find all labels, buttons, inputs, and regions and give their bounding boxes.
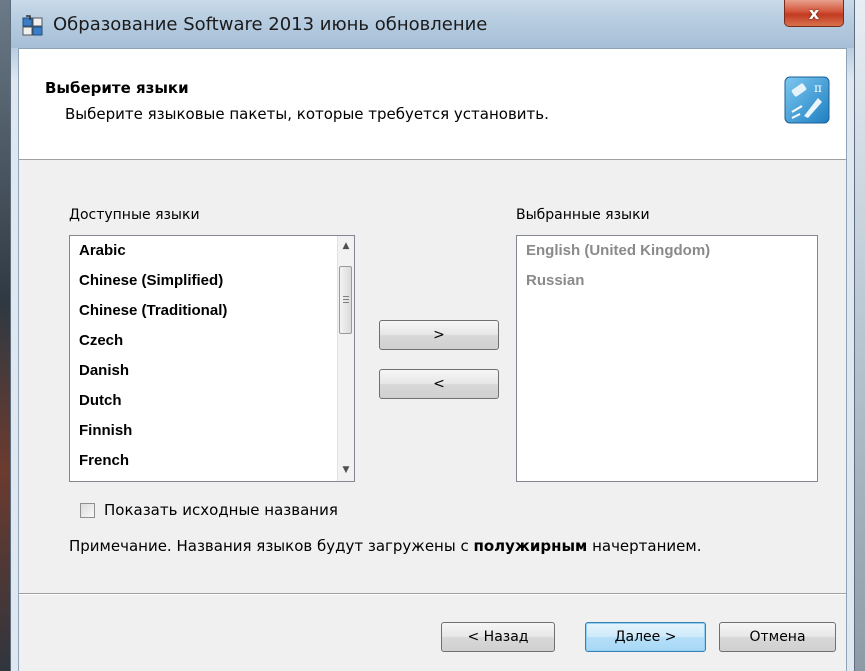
available-languages-label: Доступные языки xyxy=(69,207,200,223)
remove-language-button[interactable]: < xyxy=(379,369,499,399)
window-title: Образование Software 2013 июнь обновлени… xyxy=(53,14,488,35)
scroll-thumb[interactable] xyxy=(339,266,352,334)
scroll-up-arrow-icon[interactable]: ▲ xyxy=(338,238,354,255)
selected-languages-list[interactable]: English (United Kingdom) Russian xyxy=(516,235,818,482)
installer-app-icon xyxy=(22,15,43,36)
selected-languages-label: Выбранные языки xyxy=(516,207,650,223)
close-icon: x xyxy=(808,3,820,23)
grip-icon xyxy=(342,295,349,305)
show-native-names-label[interactable]: Показать исходные названия xyxy=(104,501,338,519)
show-native-names-checkbox[interactable] xyxy=(80,503,95,518)
list-item[interactable]: Arabic xyxy=(70,236,354,266)
close-button[interactable]: x xyxy=(784,0,844,27)
page-title: Выберите языки xyxy=(45,79,189,97)
note-bold-word: полужирным xyxy=(473,537,588,555)
list-item[interactable]: Chinese (Simplified) xyxy=(70,266,354,296)
list-item[interactable]: Czech xyxy=(70,326,354,356)
scroll-down-arrow-icon[interactable]: ▼ xyxy=(338,462,354,479)
page-subtitle: Выберите языковые пакеты, которые требуе… xyxy=(65,105,549,123)
list-item[interactable]: Russian xyxy=(517,266,817,296)
back-button[interactable]: < Назад xyxy=(441,622,555,652)
add-language-button[interactable]: > xyxy=(379,320,499,350)
list-item[interactable]: Danish xyxy=(70,356,354,386)
list-item[interactable]: Finnish xyxy=(70,416,354,446)
cancel-button[interactable]: Отмена xyxy=(719,622,836,652)
title-bar[interactable]: Образование Software 2013 июнь обновлени… xyxy=(11,0,854,48)
available-languages-list[interactable]: Arabic Chinese (Simplified) Chinese (Tradi… xyxy=(69,235,355,482)
wizard-header: Выберите языки Выберите языковые пакеты,… xyxy=(19,49,846,160)
list-item[interactable]: Chinese (Traditional) xyxy=(70,296,354,326)
next-button[interactable]: Далее > xyxy=(585,622,706,652)
list-item[interactable]: English (United Kingdom) xyxy=(517,236,817,266)
svg-text:π: π xyxy=(814,81,822,95)
wizard-client-area: Выберите языки Выберите языковые пакеты,… xyxy=(18,48,847,671)
footer-separator xyxy=(19,593,846,595)
bold-languages-note: Примечание. Названия языков будут загруж… xyxy=(69,537,702,555)
available-list-scrollbar[interactable]: ▲ ▼ xyxy=(337,236,354,481)
installer-window: Образование Software 2013 июнь обновлени… xyxy=(10,0,855,671)
list-item[interactable]: French xyxy=(70,446,354,476)
list-item[interactable]: German xyxy=(70,476,354,481)
list-item[interactable]: Dutch xyxy=(70,386,354,416)
wizard-tools-icon: π xyxy=(784,76,830,124)
